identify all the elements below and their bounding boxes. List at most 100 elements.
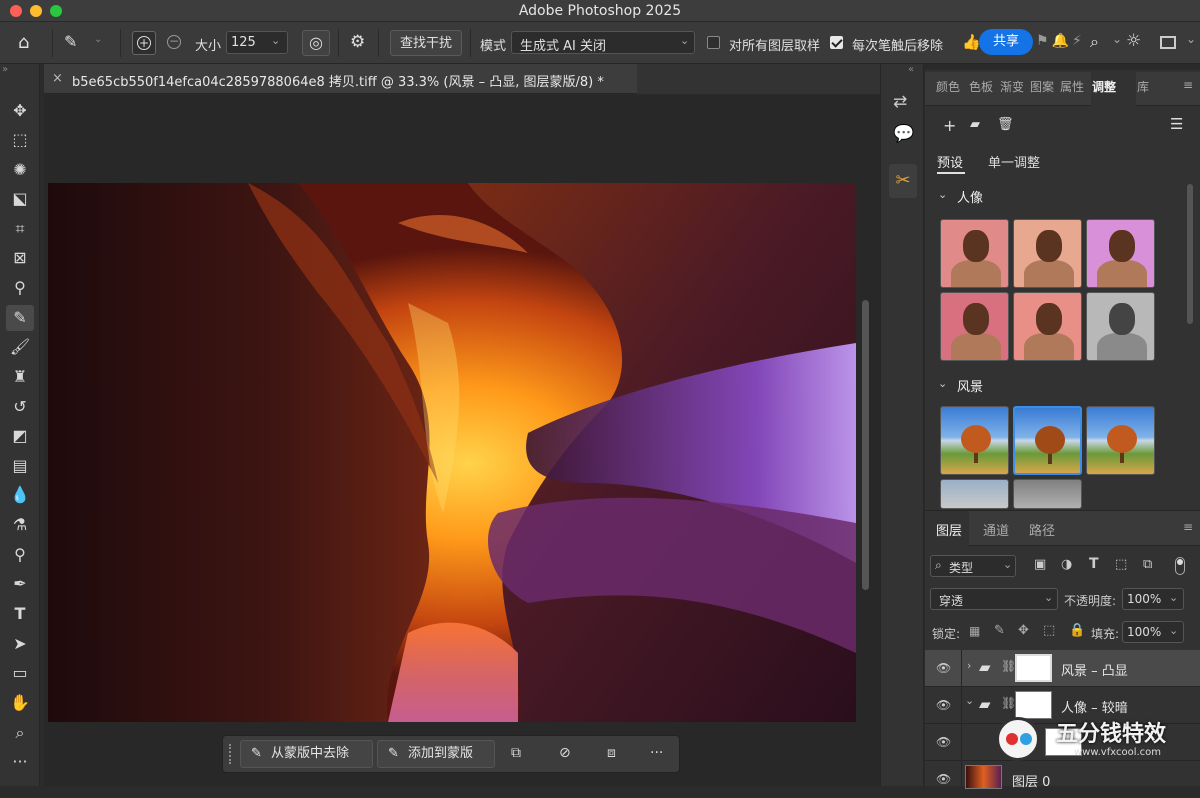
preset-thumb[interactable] xyxy=(940,479,1009,509)
layer-filter-select[interactable]: ⌕ 类型 ⌄ xyxy=(930,555,1016,577)
lock-position-icon[interactable]: ✥ xyxy=(1018,623,1029,638)
eyedropper-tool-icon[interactable]: ⚲ xyxy=(6,275,34,301)
preset-thumb[interactable] xyxy=(1086,219,1155,288)
eye-icon[interactable]: 👁 xyxy=(936,698,951,712)
subtract-from-mask-button[interactable]: ✎ 从蒙版中去除 xyxy=(240,740,373,768)
image-filter-icon[interactable]: ▣ xyxy=(1034,557,1046,572)
blend-mode-select[interactable]: 穿透 ⌄ xyxy=(930,588,1058,610)
close-tab-icon[interactable]: × xyxy=(52,71,63,86)
section-landscape-title[interactable]: 风景 xyxy=(957,376,983,395)
layer-row-selected[interactable]: 👁 › ▰ ⛓ 风景 – 凸显 xyxy=(925,650,1200,687)
tab-gradients[interactable]: 渐变 xyxy=(1000,78,1024,95)
panel-scrollbar[interactable] xyxy=(1187,184,1193,324)
hand-tool-icon[interactable]: ✋ xyxy=(6,690,34,716)
share-button[interactable]: 共享 xyxy=(979,29,1033,55)
more-options-icon[interactable]: ··· xyxy=(650,745,663,761)
pressure-size-icon[interactable]: ◎ xyxy=(302,30,330,56)
sponge-tool-icon[interactable]: ⚲ xyxy=(6,542,34,568)
tab-patterns[interactable]: 图案 xyxy=(1030,78,1054,95)
tab-adjustments[interactable]: 调整 xyxy=(1092,78,1116,95)
find-distractions-button[interactable]: 查找干扰 xyxy=(390,30,462,56)
gear-icon[interactable]: ⚙ xyxy=(350,32,365,52)
chevron-down-icon[interactable]: ⌄ xyxy=(938,188,947,201)
preset-thumb[interactable] xyxy=(1013,479,1082,509)
tab-color[interactable]: 颜色 xyxy=(936,78,960,95)
sample-all-layers-checkbox[interactable] xyxy=(707,36,720,49)
lock-pixels-icon[interactable]: ✎ xyxy=(994,623,1005,638)
layer-row[interactable]: 👁 图层 0 xyxy=(925,761,1200,798)
link-icon[interactable]: ⛓ xyxy=(1001,696,1016,710)
chevron-down-icon[interactable]: ⌄ xyxy=(938,377,947,390)
trash-icon[interactable]: 🗑 xyxy=(997,117,1014,132)
object-selection-tool-icon[interactable]: ⬕ xyxy=(6,186,34,212)
comments-panel-icon[interactable]: 💬 xyxy=(893,124,914,144)
chevron-right-icon[interactable]: › xyxy=(967,659,971,672)
chevron-down-icon[interactable]: ⌄ xyxy=(94,34,102,45)
list-view-icon[interactable]: ☰ xyxy=(1170,115,1183,133)
drag-handle[interactable] xyxy=(229,744,233,764)
workspace-icon[interactable] xyxy=(1160,36,1176,49)
home-icon[interactable]: ⌂ xyxy=(18,32,29,53)
rectangle-tool-icon[interactable]: ▭ xyxy=(6,660,34,686)
folder-icon[interactable]: ▰ xyxy=(970,117,980,132)
blur-tool-icon[interactable]: 💧 xyxy=(6,482,34,508)
mode-select[interactable]: 生成式 AI 关闭 ⌄ xyxy=(511,31,695,54)
thumbs-up-icon[interactable]: 👍 xyxy=(962,33,981,51)
collapse-icon[interactable]: « xyxy=(908,64,914,75)
eye-icon[interactable]: 👁 xyxy=(936,661,951,675)
marquee-tool-icon[interactable]: ⬚ xyxy=(6,127,34,153)
search-icon[interactable]: ⌕ xyxy=(1090,32,1099,52)
panel-menu-icon[interactable]: ≡ xyxy=(1183,78,1193,92)
more-tools-icon[interactable]: ··· xyxy=(6,749,34,775)
remove-after-stroke-checkbox[interactable] xyxy=(830,36,843,49)
gradient-tool-icon[interactable]: ▤ xyxy=(6,453,34,479)
tab-paths[interactable]: 路径 xyxy=(1029,520,1055,539)
type-tool-icon[interactable]: T xyxy=(6,601,34,627)
mask-disable-icon[interactable]: ⊘ xyxy=(559,745,571,761)
move-tool-icon[interactable]: ✥ xyxy=(6,98,34,124)
eraser-tool-icon[interactable]: ◩ xyxy=(6,423,34,449)
stamp-tool-icon[interactable]: ♜ xyxy=(6,364,34,390)
shape-filter-icon[interactable]: ⬚ xyxy=(1115,557,1127,572)
crop-tool-icon[interactable]: ⌗ xyxy=(6,216,34,242)
quick-selection-tool-icon[interactable]: ✺ xyxy=(6,157,34,183)
mask-select-icon[interactable]: ⧈ xyxy=(607,745,616,761)
chevron-down-icon[interactable]: ⌄ xyxy=(965,694,974,707)
canvas-scrollbar[interactable] xyxy=(862,300,869,590)
pen-tool-icon[interactable]: ✒ xyxy=(6,571,34,597)
size-input[interactable]: 125 ⌄ xyxy=(226,31,288,54)
zoom-tool-icon[interactable]: ⌕ xyxy=(6,720,34,746)
adjustment-filter-icon[interactable]: ◑ xyxy=(1061,557,1072,572)
tab-layers[interactable]: 图层 xyxy=(936,520,962,539)
mask-thumbnail[interactable] xyxy=(1015,654,1052,682)
filter-toggle[interactable] xyxy=(1175,557,1185,575)
opacity-input[interactable]: 100% ⌄ xyxy=(1122,588,1184,610)
tab-channels[interactable]: 通道 xyxy=(983,520,1009,539)
path-selection-tool-icon[interactable]: ➤ xyxy=(6,631,34,657)
add-to-mask-button[interactable]: ✎ 添加到蒙版 xyxy=(377,740,495,768)
document-image[interactable] xyxy=(48,183,856,722)
history-panel-icon[interactable]: ⇄ xyxy=(893,92,907,112)
smart-object-filter-icon[interactable]: ⧉ xyxy=(1143,557,1152,572)
layer-thumbnail[interactable] xyxy=(965,765,1002,789)
type-filter-icon[interactable]: T xyxy=(1089,556,1099,572)
preset-thumb[interactable] xyxy=(940,219,1009,288)
brush-tool-icon[interactable]: 🖌 xyxy=(6,334,34,360)
preset-thumb[interactable] xyxy=(940,292,1009,361)
lightbulb-icon[interactable]: ☼ xyxy=(1126,31,1141,51)
collapse-icon[interactable]: » xyxy=(2,64,8,75)
preset-thumb[interactable] xyxy=(1013,219,1082,288)
tab-swatches[interactable]: 色板 xyxy=(969,78,993,95)
add-brush-mode-button[interactable]: + xyxy=(132,31,156,55)
tab-libraries[interactable]: 库 xyxy=(1137,78,1149,95)
preset-thumb[interactable] xyxy=(1086,292,1155,361)
link-icon[interactable]: ⛓ xyxy=(1001,659,1016,673)
chevron-down-icon[interactable]: ⌄ xyxy=(1112,32,1122,46)
lock-artboard-icon[interactable]: ⬚ xyxy=(1043,623,1055,638)
section-portrait-title[interactable]: 人像 xyxy=(957,187,983,206)
preset-thumb[interactable] xyxy=(1086,406,1155,475)
eye-icon[interactable]: 👁 xyxy=(936,735,951,749)
frame-tool-icon[interactable]: ⊠ xyxy=(6,245,34,271)
tab-properties[interactable]: 属性 xyxy=(1060,78,1084,95)
preset-thumb[interactable] xyxy=(940,406,1009,475)
